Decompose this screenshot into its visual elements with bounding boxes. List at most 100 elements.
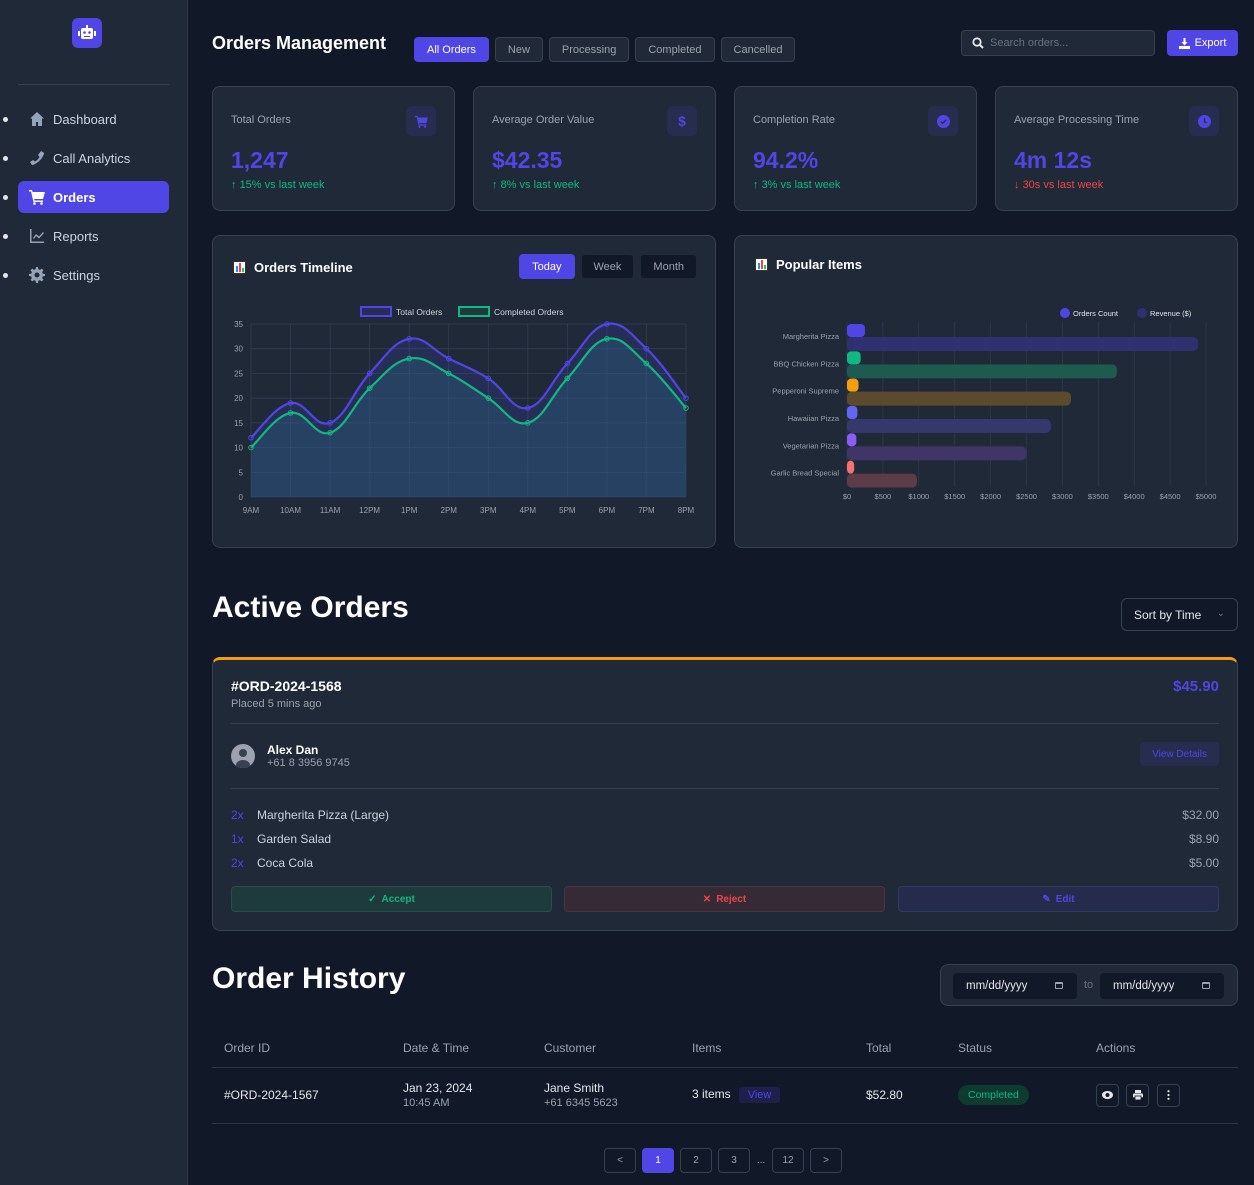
active-order-card: #ORD-2024-1568 Placed 5 mins ago $45.90 … bbox=[212, 657, 1238, 931]
legend-label: Completed Orders bbox=[494, 307, 563, 317]
main-content: Orders Management All Orders New Process… bbox=[188, 0, 1254, 1185]
date-range-to-label: to bbox=[1084, 979, 1094, 991]
customer-name: Alex Dan bbox=[267, 743, 319, 757]
calendar-icon[interactable] bbox=[1202, 982, 1210, 989]
filter-all-orders[interactable]: All Orders bbox=[414, 37, 489, 62]
legend-label: Revenue ($) bbox=[1150, 309, 1192, 318]
pagination-ellipsis: ... bbox=[756, 1155, 766, 1166]
bar-orders-count bbox=[847, 433, 857, 447]
edit-button[interactable]: ✎ Edit bbox=[898, 886, 1219, 912]
chevron-left-icon: < bbox=[617, 1155, 623, 1166]
x-tick-label: 7PM bbox=[638, 506, 655, 515]
more-vertical-icon bbox=[1167, 1090, 1170, 1100]
bar-revenue bbox=[847, 391, 1072, 406]
search-input[interactable] bbox=[990, 37, 1150, 49]
filter-cancelled[interactable]: Cancelled bbox=[720, 37, 796, 62]
phone-icon bbox=[30, 151, 45, 166]
y-tick-label: 35 bbox=[234, 320, 243, 329]
export-button[interactable]: Export bbox=[1167, 30, 1238, 56]
stat-label: Completion Rate bbox=[753, 114, 835, 126]
arrow-up-icon: ↑ bbox=[753, 179, 762, 191]
legend-swatch bbox=[360, 306, 392, 317]
y-tick-label: 5 bbox=[239, 468, 244, 477]
x-tick-label: 5PM bbox=[559, 506, 576, 515]
page-button[interactable]: 12 bbox=[772, 1148, 804, 1173]
stat-value: 1,247 bbox=[231, 147, 289, 173]
sidebar-item-reports[interactable]: Reports bbox=[18, 220, 169, 252]
prev-page-button[interactable]: < bbox=[604, 1148, 636, 1173]
stat-label: Average Order Value bbox=[492, 114, 595, 126]
sidebar-item-label: Settings bbox=[53, 267, 100, 283]
table-row: #ORD-2024-1567 Jan 23, 2024 10:45 AM Jane… bbox=[212, 1067, 1238, 1124]
bullet bbox=[3, 117, 8, 122]
column-header: Customer bbox=[532, 1030, 680, 1068]
next-page-button[interactable]: > bbox=[810, 1148, 842, 1173]
accept-button[interactable]: ✓ Accept bbox=[231, 886, 552, 912]
bullet bbox=[3, 273, 8, 278]
pagination: < 1 2 3 ... 12 > bbox=[604, 1148, 842, 1173]
bar-revenue bbox=[847, 364, 1117, 379]
order-history-heading: Order History bbox=[212, 962, 406, 995]
view-details-button[interactable]: View Details bbox=[1140, 742, 1219, 766]
sidebar: Dashboard Call Analytics Orders Reports … bbox=[0, 0, 188, 1185]
status-filter-tabs: All Orders New Processing Completed Canc… bbox=[414, 37, 796, 62]
popular-items-chart: $0 $500 $1000 $1500 $2000 $2500 $3000 $3500 $400… bbox=[771, 308, 1217, 501]
y-tick-label: 0 bbox=[239, 493, 244, 502]
x-tick-label: 4PM bbox=[520, 506, 537, 515]
y-tick-label: 20 bbox=[234, 394, 243, 403]
y-tick-label: BBQ Chicken Pizza bbox=[774, 359, 840, 368]
stat-change: ↓ 30s vs last week bbox=[1014, 179, 1104, 191]
x-tick-label: $0 bbox=[843, 492, 851, 501]
x-tick-label: 2PM bbox=[441, 506, 458, 515]
orders-timeline-panel: Orders Timeline Today Week Month Total O… bbox=[212, 235, 716, 548]
cart-icon bbox=[29, 190, 45, 205]
order-history-table: Order ID Date & Time Customer Items Tota… bbox=[212, 1030, 1238, 1124]
items-cell: 3 items View bbox=[680, 1067, 854, 1124]
view-items-link[interactable]: View bbox=[738, 1087, 781, 1103]
stat-card-completion-rate: Completion Rate 94.2% ↑ 3% vs last week bbox=[734, 86, 977, 211]
sidebar-item-dashboard[interactable]: Dashboard bbox=[18, 103, 169, 135]
y-tick-label: 15 bbox=[234, 419, 243, 428]
stat-label: Average Processing Time bbox=[1014, 114, 1140, 126]
page-button[interactable]: 3 bbox=[718, 1148, 750, 1173]
bar-orders-count bbox=[847, 378, 859, 392]
x-tick-label: $5000 bbox=[1196, 492, 1217, 501]
filter-new[interactable]: New bbox=[494, 37, 543, 62]
view-button[interactable] bbox=[1096, 1083, 1119, 1107]
date-from-input[interactable]: mm/dd/yyyy bbox=[953, 973, 1077, 999]
bullet bbox=[3, 234, 8, 239]
bar-revenue bbox=[847, 446, 1027, 461]
more-options-button[interactable] bbox=[1156, 1083, 1180, 1107]
legend-label: Total Orders bbox=[396, 307, 442, 317]
robot-icon[interactable] bbox=[72, 18, 102, 48]
page-button[interactable]: 1 bbox=[642, 1148, 674, 1173]
table-header-row: Order ID Date & Time Customer Items Tota… bbox=[212, 1030, 1238, 1068]
filter-completed[interactable]: Completed bbox=[635, 37, 715, 62]
order-total: $45.90 bbox=[1173, 678, 1219, 695]
x-tick-label: 9AM bbox=[243, 506, 260, 515]
page-button[interactable]: 2 bbox=[680, 1148, 712, 1173]
sort-select[interactable]: Sort by Time ⌄ bbox=[1121, 598, 1238, 631]
divider bbox=[231, 723, 1219, 724]
chart-line-icon bbox=[30, 229, 44, 243]
reject-button[interactable]: ✕ Reject bbox=[564, 886, 885, 912]
search-box bbox=[961, 30, 1155, 56]
sidebar-item-settings[interactable]: Settings bbox=[18, 259, 169, 291]
bullet bbox=[3, 156, 8, 161]
series-area-1 bbox=[251, 338, 686, 497]
order-placed-time: Placed 5 mins ago bbox=[231, 698, 322, 710]
order-line-item: 1x Garden Salad $8.90 bbox=[231, 832, 1219, 846]
stat-value: 4m 12s bbox=[1014, 147, 1093, 173]
sidebar-item-call-analytics[interactable]: Call Analytics bbox=[18, 142, 169, 174]
dollar-icon: $ bbox=[667, 106, 697, 136]
stat-change: ↑ 3% vs last week bbox=[753, 179, 841, 191]
calendar-icon[interactable] bbox=[1055, 982, 1063, 989]
filter-processing[interactable]: Processing bbox=[548, 37, 630, 62]
arrow-down-icon: ↓ bbox=[1014, 179, 1023, 191]
date-to-input[interactable]: mm/dd/yyyy bbox=[1100, 973, 1224, 999]
legend-label: Orders Count bbox=[1073, 309, 1119, 318]
print-button[interactable] bbox=[1126, 1083, 1150, 1107]
active-orders-heading: Active Orders bbox=[212, 591, 409, 624]
gear-icon bbox=[29, 267, 45, 283]
sidebar-item-orders[interactable]: Orders bbox=[18, 181, 169, 213]
